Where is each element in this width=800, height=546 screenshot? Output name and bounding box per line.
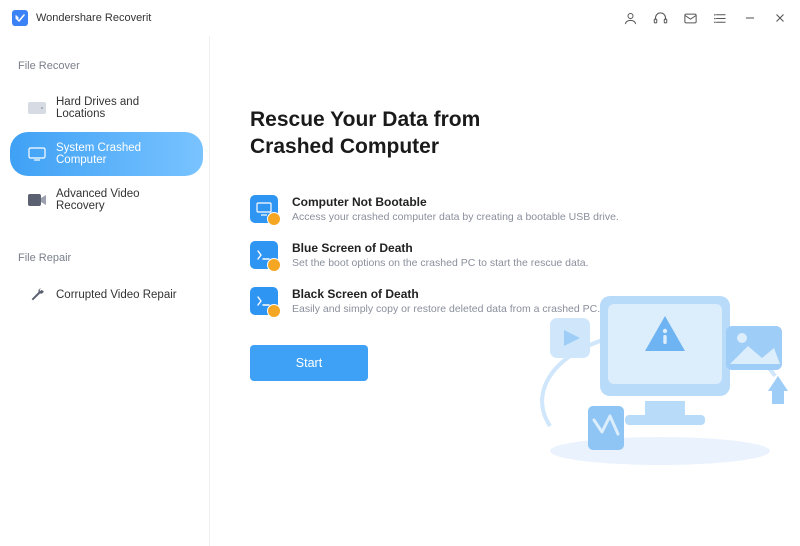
feature-text: Computer Not Bootable Access your crashe… bbox=[292, 195, 619, 223]
app-title: Wondershare Recoverit bbox=[36, 12, 151, 24]
close-icon[interactable] bbox=[772, 10, 788, 26]
page-title: Rescue Your Data from Crashed Computer bbox=[250, 106, 570, 161]
sidebar-heading: File Repair bbox=[0, 252, 209, 264]
start-button[interactable]: Start bbox=[250, 345, 368, 381]
user-icon[interactable] bbox=[622, 10, 638, 26]
wrench-icon bbox=[28, 288, 46, 302]
video-icon bbox=[28, 193, 46, 207]
titlebar-left: Wondershare Recoverit bbox=[12, 10, 151, 26]
feature-title: Blue Screen of Death bbox=[292, 241, 589, 255]
sidebar-item-label: Corrupted Video Repair bbox=[56, 289, 177, 301]
sidebar: File Recover Hard Drives and Locations S… bbox=[0, 36, 210, 546]
sidebar-section-recover: File Recover Hard Drives and Locations S… bbox=[0, 60, 209, 222]
sidebar-item-system-crashed[interactable]: System Crashed Computer bbox=[10, 132, 203, 176]
support-icon[interactable] bbox=[652, 10, 668, 26]
monitor-icon bbox=[28, 147, 46, 161]
sidebar-section-repair: File Repair Corrupted Video Repair bbox=[0, 252, 209, 312]
sidebar-item-advanced-video[interactable]: Advanced Video Recovery bbox=[10, 178, 203, 222]
sidebar-item-label: Hard Drives and Locations bbox=[56, 96, 185, 120]
mail-icon[interactable] bbox=[682, 10, 698, 26]
menu-icon[interactable] bbox=[712, 10, 728, 26]
feature-title: Computer Not Bootable bbox=[292, 195, 619, 209]
minimize-icon[interactable] bbox=[742, 10, 758, 26]
titlebar: Wondershare Recoverit bbox=[0, 0, 800, 36]
titlebar-right bbox=[622, 10, 788, 26]
sidebar-heading: File Recover bbox=[0, 60, 209, 72]
terminal-dark-icon bbox=[250, 287, 278, 315]
hard-drive-icon bbox=[28, 101, 46, 115]
app-body: File Recover Hard Drives and Locations S… bbox=[0, 36, 800, 546]
main-content: Rescue Your Data from Crashed Computer C… bbox=[210, 36, 800, 546]
sidebar-item-hard-drives[interactable]: Hard Drives and Locations bbox=[10, 86, 203, 130]
terminal-icon bbox=[250, 241, 278, 269]
sidebar-item-label: System Crashed Computer bbox=[56, 142, 185, 166]
sidebar-item-corrupted-video[interactable]: Corrupted Video Repair bbox=[10, 278, 203, 312]
feature-not-bootable: Computer Not Bootable Access your crashe… bbox=[250, 195, 760, 223]
app-logo-icon bbox=[12, 10, 28, 26]
crashed-computer-illustration bbox=[530, 256, 790, 476]
feature-desc: Access your crashed computer data by cre… bbox=[292, 211, 619, 223]
computer-boot-icon bbox=[250, 195, 278, 223]
sidebar-item-label: Advanced Video Recovery bbox=[56, 188, 185, 212]
